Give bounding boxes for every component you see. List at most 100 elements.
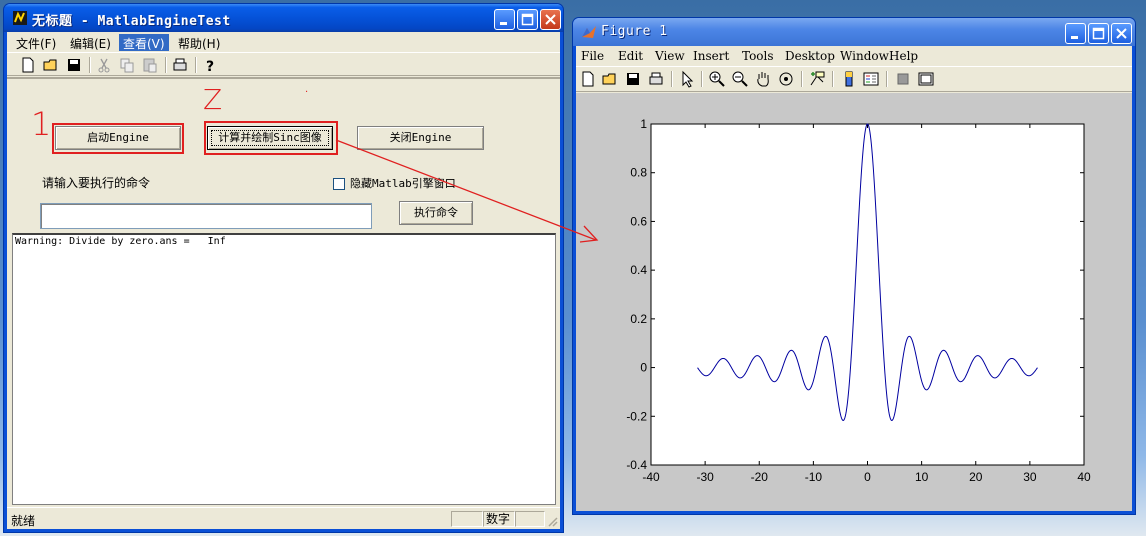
matlab-icon bbox=[582, 26, 596, 38]
minimize-button[interactable] bbox=[494, 9, 515, 30]
x-tick-label: 30 bbox=[1023, 470, 1037, 484]
annotation-step-2: Z bbox=[203, 83, 223, 116]
menu-help[interactable]: Help bbox=[889, 49, 918, 63]
figure-canvas: -40 -30 -20 -10 0 10 20 30 40 -0.4 -0.2 0 0.2 0.4 0.6 0… bbox=[576, 93, 1132, 511]
close-engine-button[interactable]: 关闭Engine bbox=[357, 126, 484, 150]
highlight-box-start bbox=[52, 123, 184, 154]
menu-edit[interactable]: Edit bbox=[618, 49, 643, 63]
toolbar-separator bbox=[89, 57, 91, 73]
toolbar-separator bbox=[195, 57, 197, 73]
cut-icon[interactable] bbox=[95, 56, 113, 74]
figure-minimize-button[interactable] bbox=[1065, 23, 1086, 44]
menu-view[interactable]: 查看(V) bbox=[119, 34, 169, 51]
x-tick-label: -20 bbox=[751, 470, 769, 484]
show-tools-icon[interactable] bbox=[917, 70, 935, 88]
y-tick-label: 0 bbox=[640, 361, 647, 375]
x-tick-label: 0 bbox=[864, 470, 871, 484]
x-tick-label: 20 bbox=[969, 470, 983, 484]
x-tick-label: 10 bbox=[915, 470, 929, 484]
highlight-box-compute bbox=[204, 121, 338, 155]
y-tick-label: -0.4 bbox=[626, 458, 647, 472]
data-cursor-icon[interactable] bbox=[808, 70, 826, 88]
main-window: 无标题 - MatlabEngineTest 文件(F) 编辑(E) 查看(V)… bbox=[4, 4, 563, 532]
minimize-icon bbox=[500, 22, 507, 25]
menu-file[interactable]: File bbox=[581, 49, 604, 63]
command-prompt-label: 请输入要执行的命令 bbox=[42, 176, 151, 190]
toolbar-separator bbox=[832, 71, 834, 87]
status-num: 数字 bbox=[483, 511, 515, 527]
status-cell-empty bbox=[451, 511, 483, 527]
hide-engine-label[interactable]: 隐藏Matlab引擎窗口 bbox=[350, 175, 456, 191]
menu-file[interactable]: 文件(F) bbox=[12, 34, 60, 51]
execute-command-button[interactable]: 执行命令 bbox=[399, 201, 473, 225]
resize-grip-icon[interactable] bbox=[546, 515, 558, 527]
close-icon bbox=[1116, 28, 1127, 39]
save-icon[interactable] bbox=[65, 56, 83, 74]
maximize-icon bbox=[521, 13, 534, 26]
minimize-icon bbox=[1071, 36, 1078, 39]
copy-icon[interactable] bbox=[118, 56, 136, 74]
print-icon[interactable] bbox=[171, 56, 189, 74]
y-tick-label: 0.6 bbox=[630, 214, 647, 228]
y-tick-label: 1 bbox=[640, 117, 647, 131]
main-title-bar[interactable]: 无标题 - MatlabEngineTest bbox=[4, 4, 563, 32]
hide-tools-icon[interactable] bbox=[894, 70, 912, 88]
menu-window[interactable]: Window bbox=[840, 49, 889, 63]
paste-icon[interactable] bbox=[141, 56, 159, 74]
close-icon bbox=[545, 14, 556, 25]
open-folder-icon[interactable] bbox=[42, 56, 60, 74]
toolbar-separator bbox=[801, 71, 803, 87]
x-tick-label: -40 bbox=[642, 470, 660, 484]
output-log[interactable]: Warning: Divide by zero.ans = Inf bbox=[12, 233, 556, 505]
toolbar-separator bbox=[165, 57, 167, 73]
legend-icon[interactable] bbox=[862, 70, 880, 88]
zoom-in-icon[interactable] bbox=[708, 70, 726, 88]
menu-insert[interactable]: Insert bbox=[693, 49, 729, 63]
hide-engine-checkbox[interactable] bbox=[333, 178, 345, 190]
menu-desktop[interactable]: Desktop bbox=[785, 49, 835, 63]
save-figure-icon[interactable] bbox=[624, 70, 642, 88]
plot-layer: -40 -30 -20 -10 0 10 20 30 40 -0.4 -0.2 0 0.2 0.4 0.6 0… bbox=[626, 117, 1091, 484]
rotate-3d-icon[interactable] bbox=[777, 70, 795, 88]
toolbar-separator bbox=[701, 71, 703, 87]
help-icon[interactable]: ? bbox=[201, 56, 219, 74]
toolbar-separator bbox=[886, 71, 888, 87]
annotation-dot: · bbox=[305, 87, 309, 98]
zoom-out-icon[interactable] bbox=[731, 70, 749, 88]
figure-menu-bar: File Edit View Insert Tools Desktop Wind… bbox=[576, 46, 1132, 66]
pan-hand-icon[interactable] bbox=[754, 70, 772, 88]
annotation-step-1: 1 bbox=[31, 105, 52, 143]
y-tick-label: 0.2 bbox=[630, 312, 647, 326]
edit-plot-arrow-icon[interactable] bbox=[678, 70, 696, 88]
figure-maximize-button[interactable] bbox=[1088, 23, 1109, 44]
menu-edit[interactable]: 编辑(E) bbox=[66, 34, 115, 51]
sinc-plot[interactable]: -40 -30 -20 -10 0 10 20 30 40 -0.4 -0.2 0 0.2 0.4 0.6 0… bbox=[576, 93, 1132, 514]
status-cell-empty bbox=[515, 511, 545, 527]
x-tick-label: -10 bbox=[805, 470, 823, 484]
y-tick-label: 0.8 bbox=[630, 166, 647, 180]
menu-help[interactable]: 帮助(H) bbox=[174, 34, 224, 51]
x-tick-label: 40 bbox=[1077, 470, 1091, 484]
status-bar: 就绪 数字 bbox=[7, 507, 560, 529]
maximize-icon bbox=[1092, 27, 1105, 40]
toolbar-separator bbox=[671, 71, 673, 87]
colorbar-icon[interactable] bbox=[840, 70, 858, 88]
menu-bar: 文件(F) 编辑(E) 查看(V) 帮助(H) bbox=[7, 32, 560, 52]
maximize-button[interactable] bbox=[517, 9, 538, 30]
figure-title-bar[interactable]: Figure 1 bbox=[573, 18, 1135, 46]
new-figure-icon[interactable] bbox=[579, 70, 597, 88]
new-file-icon[interactable] bbox=[19, 56, 37, 74]
command-input[interactable] bbox=[40, 203, 372, 229]
figure-window-title: Figure 1 bbox=[601, 24, 668, 39]
y-tick-label: -0.2 bbox=[626, 409, 647, 423]
close-window-button[interactable] bbox=[540, 9, 561, 30]
main-window-title: 无标题 - MatlabEngineTest bbox=[32, 14, 231, 29]
menu-tools[interactable]: Tools bbox=[742, 49, 774, 63]
main-toolbar: ? bbox=[7, 52, 560, 76]
print-figure-icon[interactable] bbox=[647, 70, 665, 88]
figure-close-button[interactable] bbox=[1111, 23, 1132, 44]
app-icon bbox=[13, 11, 27, 25]
y-tick-label: 0.4 bbox=[630, 263, 647, 277]
open-file-icon[interactable] bbox=[601, 70, 619, 88]
menu-view[interactable]: View bbox=[655, 49, 685, 63]
